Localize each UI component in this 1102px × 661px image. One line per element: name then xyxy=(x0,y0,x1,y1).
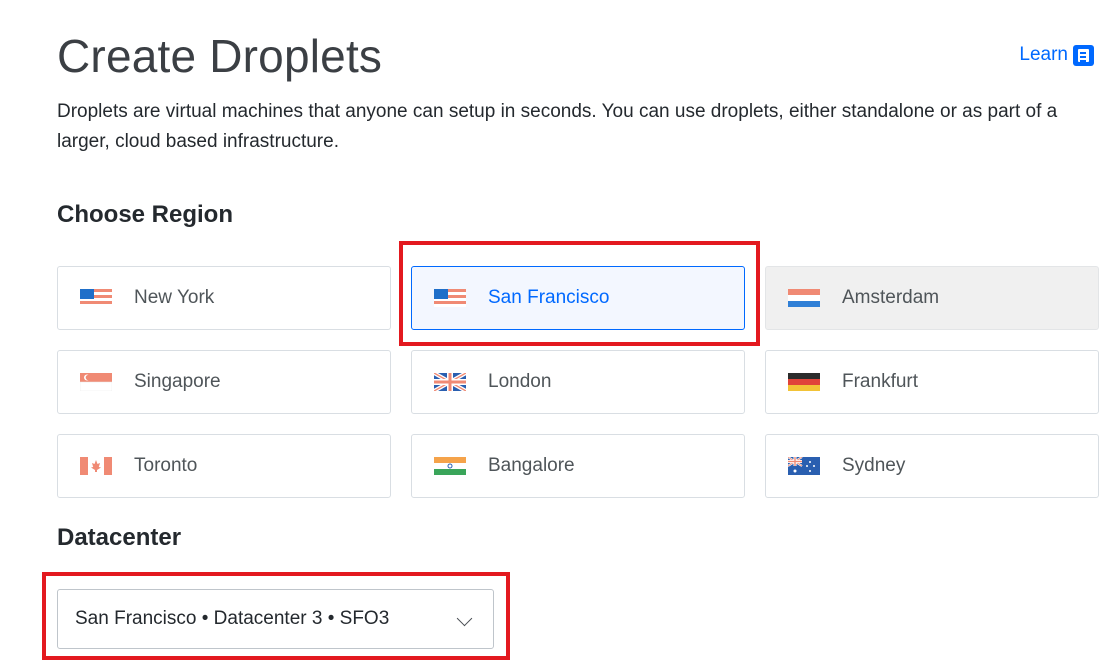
chevron-down-icon xyxy=(456,610,473,627)
region-label: Sydney xyxy=(842,455,906,476)
region-label: Amsterdam xyxy=(842,287,940,308)
canada-flag-icon xyxy=(80,457,112,475)
page-description: Droplets are virtual machines that anyon… xyxy=(57,101,1058,152)
germany-flag-icon xyxy=(788,373,820,391)
uk-flag-icon xyxy=(434,373,466,391)
netherlands-flag-icon xyxy=(788,289,820,307)
region-option-amsterdam[interactable]: Amsterdam xyxy=(765,266,1099,330)
document-icon xyxy=(1073,44,1094,66)
region-option-new-york[interactable]: New York xyxy=(57,266,391,330)
page-title: Create Droplets xyxy=(57,30,383,82)
region-option-san-francisco[interactable]: San Francisco xyxy=(411,266,745,330)
learn-label: Learn xyxy=(1019,44,1068,65)
choose-region-heading: Choose Region xyxy=(57,201,234,228)
us-flag-icon xyxy=(434,289,466,307)
region-label: New York xyxy=(134,287,215,308)
region-option-toronto[interactable]: Toronto xyxy=(57,434,391,498)
region-label: San Francisco xyxy=(488,287,610,308)
region-option-sydney[interactable]: Sydney xyxy=(765,434,1099,498)
australia-flag-icon xyxy=(788,457,820,475)
us-flag-icon xyxy=(80,289,112,307)
india-flag-icon xyxy=(434,457,466,475)
region-label: Toronto xyxy=(134,455,198,476)
learn-link[interactable]: Learn xyxy=(1019,44,1094,66)
region-label: Frankfurt xyxy=(842,371,919,392)
region-option-bangalore[interactable]: Bangalore xyxy=(411,434,745,498)
region-grid: New York San Francisco Amsterdam Singapo… xyxy=(57,266,1099,498)
region-option-frankfurt[interactable]: Frankfurt xyxy=(765,350,1099,414)
region-label: Bangalore xyxy=(488,455,575,476)
datacenter-select-value: San Francisco • Datacenter 3 • SFO3 xyxy=(75,608,390,629)
datacenter-select[interactable]: San Francisco • Datacenter 3 • SFO3 xyxy=(57,589,494,649)
singapore-flag-icon xyxy=(80,373,112,391)
region-label: London xyxy=(488,371,552,392)
datacenter-heading: Datacenter xyxy=(57,524,182,551)
region-option-london[interactable]: London xyxy=(411,350,745,414)
region-label: Singapore xyxy=(134,371,221,392)
region-option-singapore[interactable]: Singapore xyxy=(57,350,391,414)
